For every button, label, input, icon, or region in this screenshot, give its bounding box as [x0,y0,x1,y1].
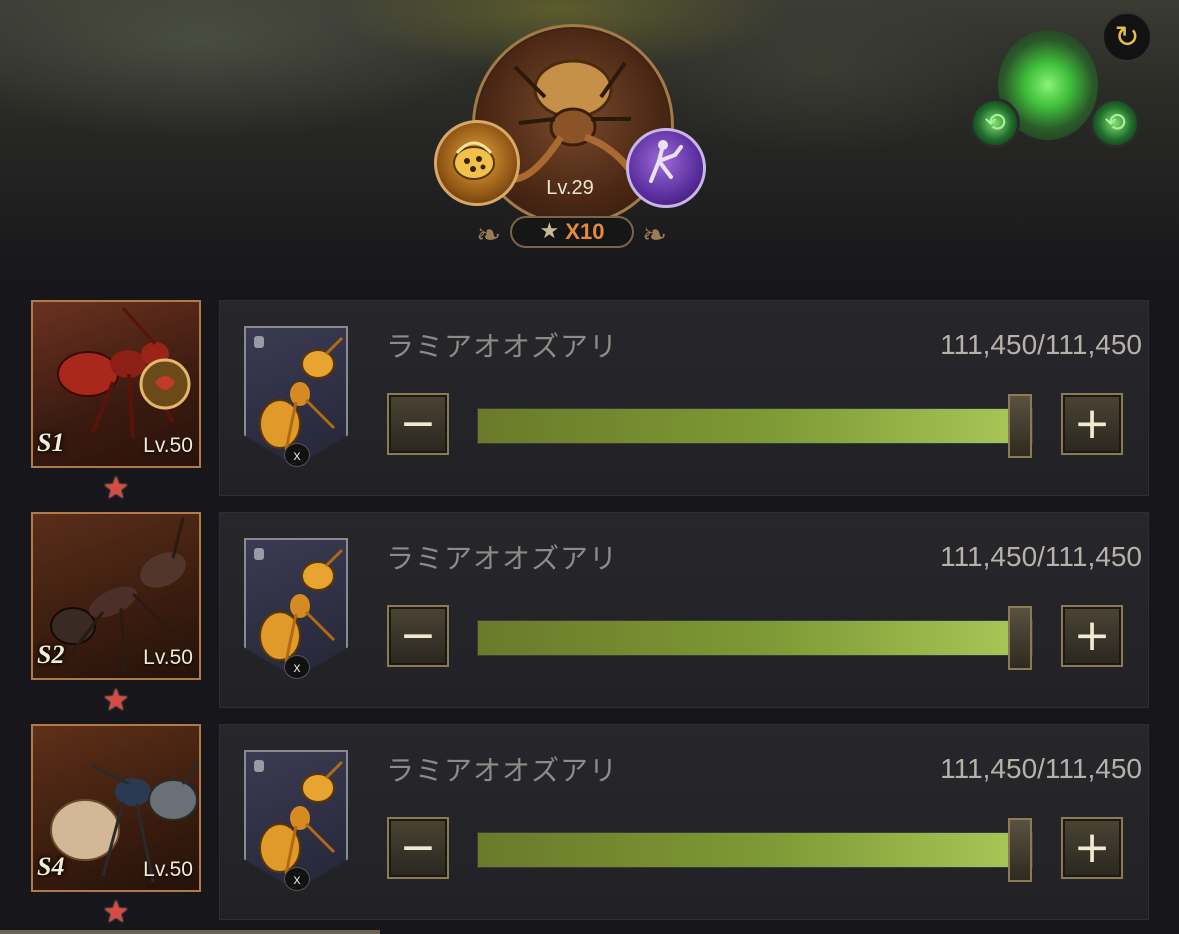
unit-card[interactable]: S1 Lv.50 [31,300,201,468]
troop-row: S1 Lv.50 ★ x ラミアオオズアリ 111,450/111,450 − … [0,300,1179,510]
troop-row: S2 Lv.50 ★ x ラミアオオズアリ 111,450/111,450 − … [0,512,1179,722]
troop-count: 111,450/111,450 [940,753,1142,784]
star-icon: ★ [102,683,130,718]
troop-count: 111,450/111,450 [940,329,1142,360]
commander-portrait[interactable]: Lv.29 ❧ ❧ ★ X10 [430,22,710,262]
slider-handle[interactable] [1008,606,1032,670]
unit-level: Lv.50 [143,434,193,457]
plus-button[interactable]: + [1061,605,1123,667]
tier-badge: S2 [37,640,65,669]
plus-button[interactable]: + [1061,817,1123,879]
troop-slider[interactable] [477,818,1033,882]
star-icon: ★ [539,219,560,244]
minus-button[interactable]: − [387,393,449,455]
star-icon: ★ [102,471,130,506]
plus-icon: + [1073,398,1111,449]
troop-name: ラミアオオズアリ [386,754,619,787]
troop-panel: x ラミアオオズアリ 111,450/111,450 − + [219,300,1149,496]
troop-panel: x ラミアオオズアリ 111,450/111,450 − + [219,512,1149,708]
troop-badge: x [284,867,310,891]
unit-level: Lv.50 [143,646,193,669]
spiral-energy-icon[interactable]: ⟲ [1090,98,1140,148]
slider-handle[interactable] [1008,394,1032,458]
troop-count: 111,450/111,450 [940,541,1142,572]
ladybug-icon [453,141,495,180]
unit-card[interactable]: S2 Lv.50 [31,512,201,680]
bottom-divider [0,930,380,934]
ornament-left: ❧ [476,218,502,253]
slider-fill [478,833,1010,867]
tier-badge: S1 [37,428,65,457]
commander-level: Lv.29 [546,177,594,199]
troop-name: ラミアオオズアリ [386,330,619,363]
minus-button[interactable]: − [387,817,449,879]
plus-icon: + [1073,822,1111,873]
slider-fill [478,621,1010,655]
minus-button[interactable]: − [387,605,449,667]
refresh-icon[interactable]: ↻ [1102,12,1152,62]
ladybug-skill-icon[interactable] [434,120,520,206]
slider-fill [478,409,1010,443]
troop-panel: x ラミアオオズアリ 111,450/111,450 − + [219,724,1149,920]
commander-star-badge: ★ X10 [510,216,634,248]
ornament-right: ❧ [642,218,668,253]
unit-level: Lv.50 [143,858,193,881]
minus-icon: − [399,610,437,661]
mantis-icon [649,140,683,183]
energy-panel: ⟲ ⟲ ↻ [968,10,1168,160]
troop-badge: x [284,443,310,467]
plus-icon: + [1073,610,1111,661]
plus-button[interactable]: + [1061,393,1123,455]
spiral-energy-icon[interactable]: ⟲ [970,98,1020,148]
troop-row: S4 Lv.50 ★ x ラミアオオズアリ 111,450/111,450 − … [0,724,1179,934]
star-icon: ★ [102,895,130,930]
slider-handle[interactable] [1008,818,1032,882]
unit-card[interactable]: S4 Lv.50 [31,724,201,892]
minus-icon: − [399,398,437,449]
troop-name: ラミアオオズアリ [386,542,619,575]
mantis-skill-icon[interactable] [626,128,706,208]
troop-slider[interactable] [477,606,1033,670]
star-count: X10 [565,219,605,244]
troop-badge: x [284,655,310,679]
tier-badge: S4 [37,852,65,881]
troop-slider[interactable] [477,394,1033,458]
minus-icon: − [399,822,437,873]
